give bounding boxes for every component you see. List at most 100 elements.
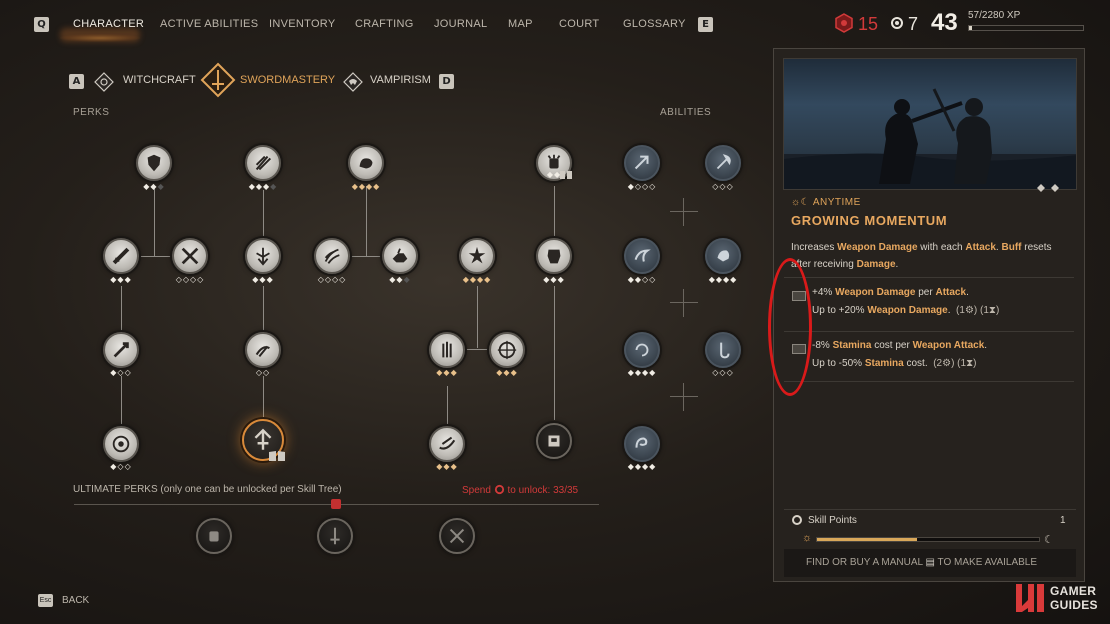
perk-rank-pips: ◆◆◆ [543,275,565,284]
ability-connector-cross [670,383,698,411]
connector-line [121,286,122,334]
perk-swipe[interactable] [314,238,350,274]
divider [784,381,1074,382]
tab-glossary[interactable]: GLOSSARY [623,18,686,30]
ultimate-perk-2[interactable] [317,518,353,554]
ability-slot-1-1[interactable] [624,145,660,181]
tab-court[interactable]: COURT [559,18,599,30]
tab-inventory[interactable]: INVENTORY [269,18,335,30]
ability-axe-icon [716,154,731,170]
tab-map[interactable]: MAP [508,18,533,30]
tree-tab-swordmastery[interactable]: SWORDMASTERY [240,74,335,86]
rank-1-line-1: +4% Weapon Damage per Attack. [812,287,969,298]
tab-journal[interactable]: JOURNAL [434,18,487,30]
ability-slot-1-2[interactable] [705,145,741,181]
ability-strike-icon [634,155,649,170]
connector-line [154,186,155,256]
back-button[interactable]: BACK [62,595,89,606]
tab-character[interactable]: CHARACTER [73,18,144,30]
connector-line [263,286,264,334]
rank-2-line-1: -8% Stamina cost per Weapon Attack. [812,340,988,351]
connector-line [138,256,172,257]
tree-tab-vampirism[interactable]: VAMPIRISM [370,74,431,86]
perk-rank-pips: ◆◆◆◆ [462,275,492,284]
perk-blade-strike[interactable] [103,238,139,274]
perk-flex[interactable] [348,145,384,181]
perk-rank-pips: ◆◆◆◆ [351,182,381,191]
gamer-guides-logo-icon [1016,584,1044,612]
ultimate-perk-3[interactable] [439,518,475,554]
skill-points-value: 1 [1060,515,1066,526]
ultimate-perk-1[interactable] [196,518,232,554]
spend-suffix: to unlock: 33/35 [507,485,579,496]
connector-line [554,186,555,236]
ability-slot-3-2[interactable] [705,332,741,368]
perk-cross-slash[interactable] [172,238,208,274]
perk-armor[interactable] [536,238,572,274]
perk-charge[interactable] [382,238,418,274]
perk-description: Increases Weapon Damage with each Attack… [791,242,1052,270]
abilities-heading: ABILITIES [660,107,712,118]
perk-parry[interactable] [245,332,281,368]
connector-line [462,349,492,350]
sun-icon: ☼ [802,532,813,544]
prev-tab-key[interactable]: Q [34,17,49,32]
connector-line [447,386,448,424]
xp-bar-fill [969,26,972,30]
connector-line [263,376,264,418]
ultimate-fist-icon [209,531,219,542]
ability-slot-3-1[interactable] [624,332,660,368]
prev-tree-key[interactable]: A [69,74,84,89]
ability-rank-pips: ◇◇◇ [712,368,734,377]
swordmastery-icon[interactable] [200,62,236,98]
tab-active-abilities[interactable]: ACTIVE ABILITIES [160,18,258,30]
next-tree-key[interactable]: D [439,74,454,89]
ability-rank-pips: ◆◇◇◇ [627,182,657,191]
ability-whirl-icon [635,437,648,448]
perk-rank-pips: ◆◆◆ [436,368,458,377]
tree-tab-witchcraft[interactable]: WITCHCRAFT [123,74,196,86]
helm-icon [548,435,560,447]
perk-knight-helm[interactable] [536,423,572,459]
ability-connector-cross [670,198,698,226]
esc-key[interactable]: Esc [38,594,53,607]
perk-rank-pips: ◆◇◇ [110,462,132,471]
tab-crafting[interactable]: CRAFTING [355,18,414,30]
ability-slot-2-1[interactable] [624,238,660,274]
vampirism-icon[interactable] [343,72,363,92]
rising-blades-icon [442,341,452,358]
perk-rank-row-1: +4% Weapon Damage per Attack. Up to +20%… [784,277,1074,331]
perk-sword-burst[interactable] [245,238,281,274]
perk-starburst[interactable] [459,238,495,274]
perk-triple-blades[interactable] [245,145,281,181]
perk-preview-image [783,58,1077,190]
perk-timing-label: ANYTIME [812,197,861,208]
ability-rank-pips: ◆◆◇◇ [627,275,657,284]
perk-sweep[interactable] [429,426,465,462]
perk-thrust[interactable] [103,332,139,368]
ability-slot-2-2[interactable] [705,238,741,274]
perk-compass[interactable] [489,332,525,368]
skill-points-label: Skill Points [808,515,857,526]
manual-book-icon [269,451,285,461]
moon-icon: ☾ [1044,534,1054,546]
next-tab-key[interactable]: E [698,17,713,32]
connector-line [366,186,367,256]
perk-rank-pips: ◆◆◆ [110,275,132,284]
shield-icon [147,154,161,172]
ability-rank-pips: ◆◆◆◆ [627,368,657,377]
perk-target[interactable] [103,426,139,462]
flex-arm-icon [359,158,373,169]
ability-rank-pips: ◆◆◆◆ [708,275,738,284]
perk-rising-blades[interactable] [429,332,465,368]
divider [784,509,1076,510]
perk-rank-pips: ◇◇ [255,368,271,377]
witchcraft-icon[interactable] [94,72,114,92]
ability-beast-icon [717,250,730,262]
ultimate-perks-label: ULTIMATE PERKS (only one can be unlocked… [73,484,342,495]
skill-progress-fill [817,538,917,541]
ability-slot-4-1[interactable] [624,426,660,462]
perk-shield[interactable] [136,145,172,181]
connector-line [263,190,264,240]
perk-rank-row-2: -8% Stamina cost per Weapon Attack. Up t… [784,331,1074,381]
